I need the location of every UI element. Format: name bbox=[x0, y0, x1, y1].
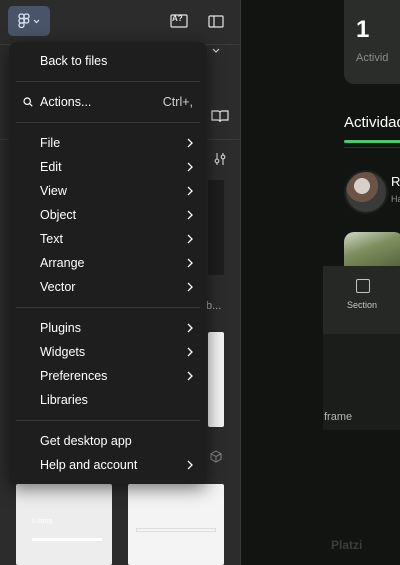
chevron-right-icon bbox=[187, 347, 193, 357]
library-book-icon[interactable] bbox=[211, 109, 229, 123]
menu-separator bbox=[16, 122, 200, 123]
figma-logo-icon bbox=[18, 13, 30, 29]
main-menu: Back to files Actions... Ctrl+, File Edi… bbox=[9, 42, 207, 484]
menu-item-label: Get desktop app bbox=[40, 434, 132, 448]
chevron-right-icon bbox=[187, 162, 193, 172]
menu-item-plugins[interactable]: Plugins bbox=[9, 316, 207, 340]
menu-item-label: Preferences bbox=[40, 369, 108, 383]
menu-item-label: View bbox=[40, 184, 67, 198]
menu-item-edit[interactable]: Edit bbox=[9, 155, 207, 179]
menu-item-arrange[interactable]: Arrange bbox=[9, 251, 207, 275]
page-thumbnail[interactable] bbox=[208, 180, 224, 275]
stat-card-number: 1 bbox=[356, 16, 370, 43]
menu-item-label: Object bbox=[40, 208, 77, 222]
menu-item-label: Plugins bbox=[40, 321, 81, 335]
chevron-right-icon bbox=[187, 460, 193, 470]
tab-active-indicator bbox=[344, 140, 400, 143]
menu-item-view[interactable]: View bbox=[9, 179, 207, 203]
menu-separator bbox=[16, 307, 200, 308]
menu-item-get-desktop-app[interactable]: Get desktop app bbox=[9, 429, 207, 453]
page-thumbnail[interactable] bbox=[128, 484, 224, 565]
avatar bbox=[344, 170, 388, 214]
menu-item-label: Actions... bbox=[40, 95, 92, 109]
menu-item-text[interactable]: Text bbox=[9, 227, 207, 251]
menu-item-label: File bbox=[40, 136, 61, 150]
page-thumbnail[interactable] bbox=[208, 332, 224, 427]
watermark-logo: Platzi bbox=[331, 538, 363, 552]
menu-item-preferences[interactable]: Preferences bbox=[9, 364, 207, 388]
menu-item-label: Libraries bbox=[40, 393, 88, 407]
toggle-sidebar-icon[interactable] bbox=[205, 10, 227, 32]
chevron-right-icon bbox=[187, 234, 193, 244]
ai-assist-text: A? bbox=[172, 14, 183, 23]
chevron-right-icon bbox=[187, 186, 193, 196]
menu-separator bbox=[16, 81, 200, 82]
menu-item-file[interactable]: File bbox=[9, 131, 207, 155]
menu-item-back-to-files[interactable]: Back to files bbox=[9, 49, 207, 73]
menu-item-label: Back to files bbox=[40, 54, 108, 68]
menu-item-vector[interactable]: Vector bbox=[9, 275, 207, 299]
menu-item-help-and-account[interactable]: Help and account bbox=[9, 453, 207, 477]
page-thumbnail[interactable]: Listing bbox=[16, 484, 112, 565]
stat-card-label: Activid bbox=[356, 52, 389, 64]
menu-item-label: Widgets bbox=[40, 345, 86, 359]
section-icon bbox=[356, 279, 370, 293]
stat-card bbox=[344, 0, 400, 84]
chevron-right-icon bbox=[187, 371, 193, 381]
menu-item-actions[interactable]: Actions... Ctrl+, bbox=[9, 90, 207, 114]
section-label: Section bbox=[347, 300, 378, 310]
chevron-right-icon bbox=[187, 258, 193, 268]
main-menu-button[interactable] bbox=[8, 6, 50, 36]
menu-item-label: Text bbox=[40, 232, 63, 246]
menu-item-libraries[interactable]: Libraries bbox=[9, 388, 207, 412]
avatar-name: R bbox=[391, 174, 400, 189]
filter-adjust-icon[interactable] bbox=[213, 152, 227, 166]
frame-label: frame bbox=[324, 411, 353, 423]
search-icon bbox=[23, 97, 33, 107]
menu-item-widgets[interactable]: Widgets bbox=[9, 340, 207, 364]
menu-item-shortcut: Ctrl+, bbox=[162, 95, 193, 109]
chevron-right-icon bbox=[187, 138, 193, 148]
chevron-down-icon bbox=[33, 19, 40, 23]
component-icon bbox=[210, 450, 222, 463]
menu-item-label: Edit bbox=[40, 160, 62, 174]
chevron-right-icon bbox=[187, 210, 193, 220]
page-dropdown-chevron-icon[interactable] bbox=[212, 48, 220, 54]
thumbnail-text: Listing bbox=[32, 518, 53, 525]
avatar-subtitle: Ha bbox=[391, 194, 400, 204]
divider bbox=[344, 147, 400, 148]
menu-item-label: Arrange bbox=[40, 256, 85, 270]
canvas[interactable]: 1 Activid Actividad R Ha Section frame P… bbox=[241, 0, 400, 565]
chevron-right-icon bbox=[187, 282, 193, 292]
menu-separator bbox=[16, 420, 200, 421]
chevron-right-icon bbox=[187, 323, 193, 333]
menu-item-label: Help and account bbox=[40, 458, 138, 472]
tab-actividad: Actividad bbox=[344, 114, 400, 131]
toolbar: A? bbox=[0, 0, 240, 45]
thumbnail-caption: b... bbox=[206, 300, 222, 312]
menu-item-label: Vector bbox=[40, 280, 76, 294]
menu-item-object[interactable]: Object bbox=[9, 203, 207, 227]
ai-assist-icon[interactable]: A? bbox=[168, 10, 190, 32]
